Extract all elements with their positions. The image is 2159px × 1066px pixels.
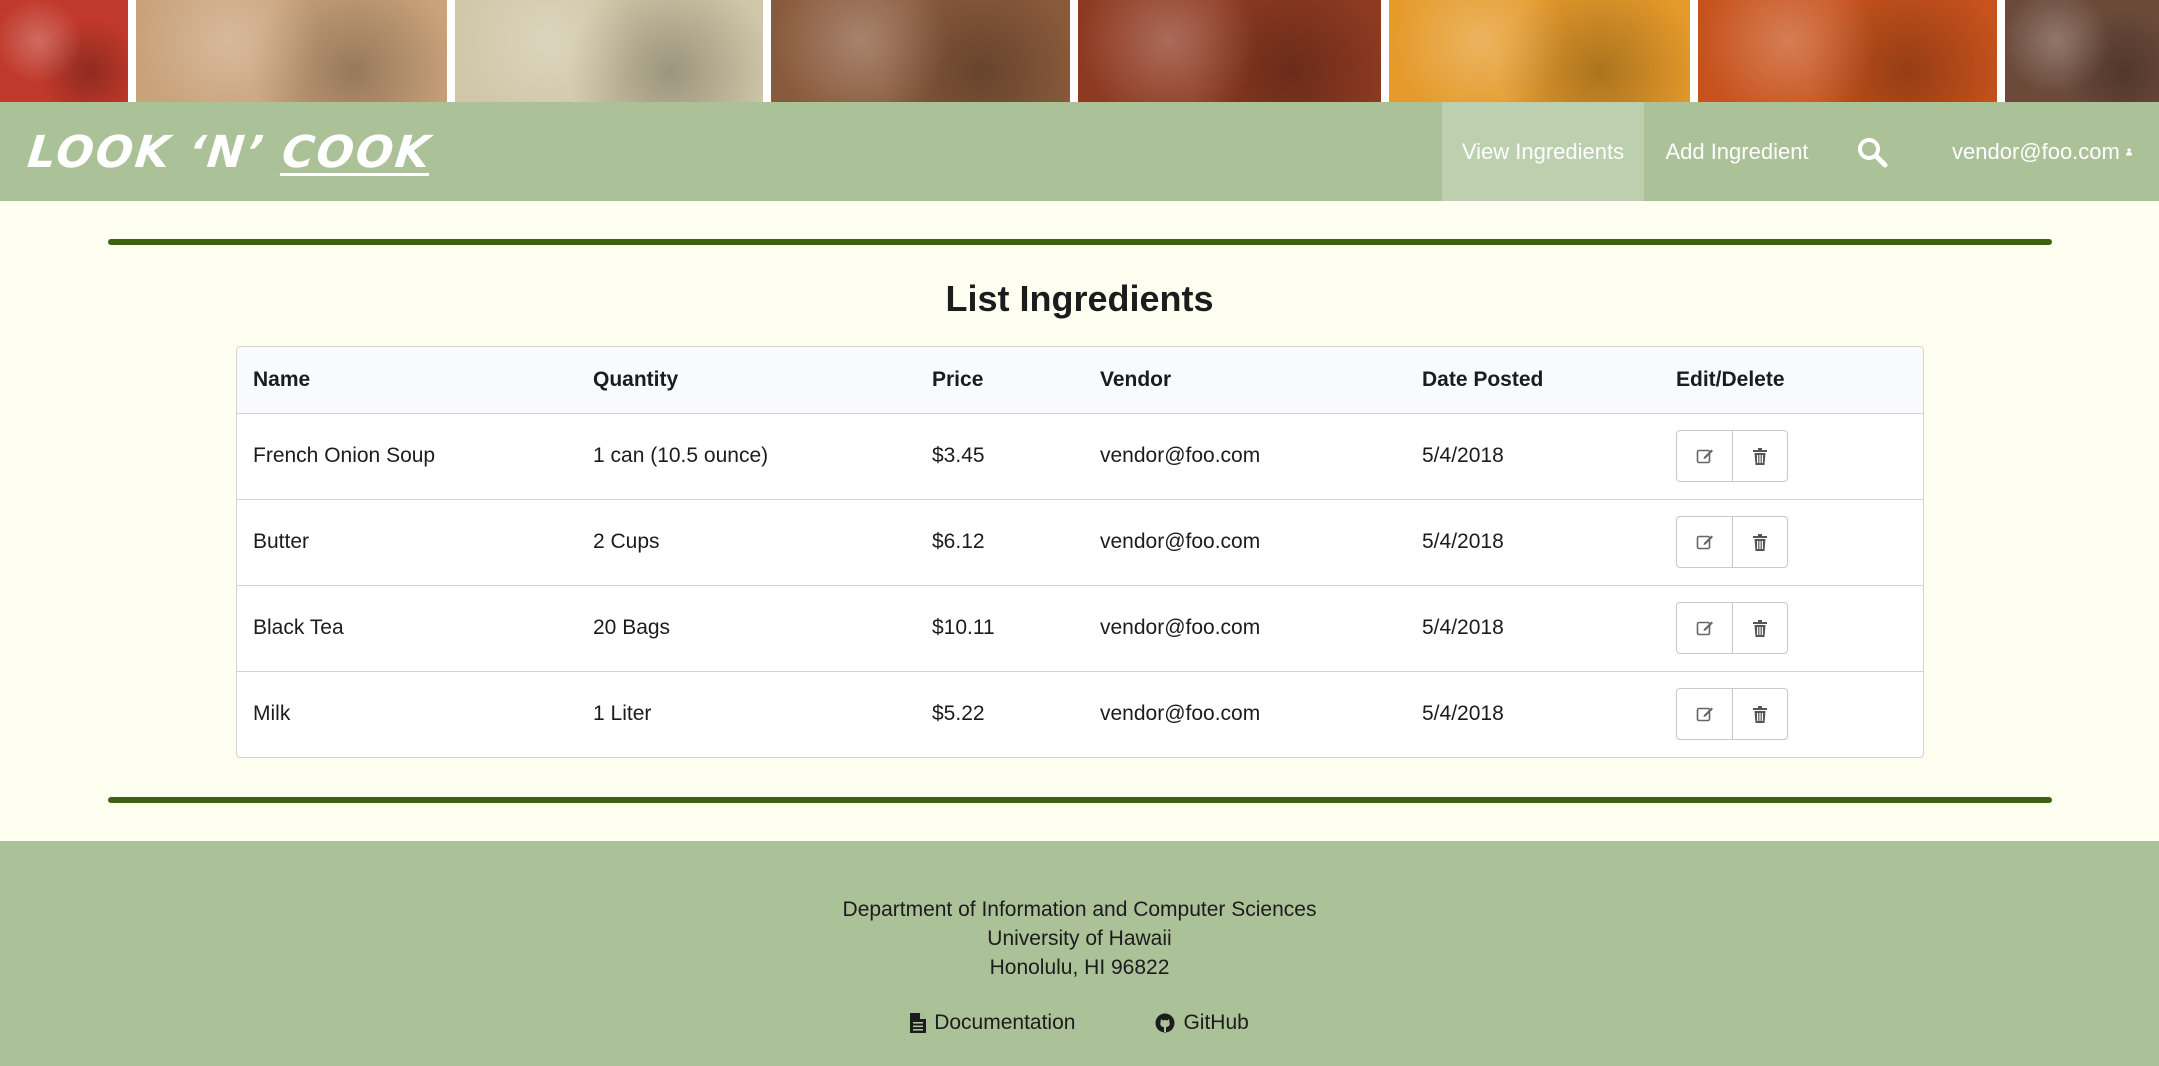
edit-button[interactable] [1677, 517, 1732, 567]
cell-name: Black Tea [237, 584, 593, 671]
cell-vendor: vendor@foo.com [1100, 498, 1422, 585]
cell-price: $3.45 [932, 444, 985, 467]
search-button[interactable] [1848, 102, 1896, 201]
cell-actions [1676, 498, 1923, 585]
cell-date: 5/4/2018 [1422, 584, 1676, 671]
nav-add-ingredient[interactable]: Add Ingredient [1644, 102, 1830, 201]
column-header-quantity: Quantity [593, 347, 932, 414]
delete-button[interactable] [1732, 517, 1787, 567]
ingredients-table: Name Quantity Price Vendor Date Posted E… [236, 346, 1924, 758]
trash-icon [1753, 705, 1767, 723]
cell-quantity: 1 can (10.5 ounce) [593, 444, 769, 467]
edit-button[interactable] [1677, 431, 1732, 481]
table-row: Milk 1 Liter $5.22 vendor@foo.com 5/4/20… [237, 670, 1923, 757]
cell-quantity: 2 Cups [593, 498, 932, 585]
row-action-group [1676, 688, 1788, 741]
trash-icon [1753, 619, 1767, 637]
trash-icon [1753, 447, 1767, 465]
top-divider [108, 239, 2052, 245]
github-icon [1155, 1013, 1175, 1033]
delete-button[interactable] [1732, 431, 1787, 481]
delete-button[interactable] [1732, 603, 1787, 653]
cell-date: 5/4/2018 [1422, 670, 1676, 757]
column-header-date-posted: Date Posted [1422, 347, 1676, 414]
cell-price: $5.22 [932, 670, 1100, 757]
site-logo[interactable]: LOOK ‘N’ COOK [25, 124, 434, 180]
edit-icon [1696, 449, 1713, 464]
edit-icon [1696, 535, 1713, 550]
footer-university: University of Hawaii [987, 927, 1172, 950]
cell-actions [1676, 670, 1923, 757]
tomato-photo [1078, 0, 1381, 102]
cell-actions [1676, 413, 1923, 499]
footer-department: Department of Information and Computer S… [842, 898, 1317, 921]
logo-text-cook: COOK [279, 126, 435, 178]
cell-name: Butter [237, 498, 593, 585]
table-row: Butter 2 Cups $6.12 vendor@foo.com 5/4/2… [237, 498, 1923, 585]
cell-name: French Onion Soup [253, 444, 436, 467]
nav-view-ingredients[interactable]: View Ingredients [1442, 102, 1644, 201]
logo-text-look-n: LOOK ‘N’ [25, 126, 268, 178]
footer-address: Department of Information and Computer S… [0, 895, 2159, 982]
footer-city: Honolulu, HI 96822 [989, 956, 1170, 979]
column-header-price: Price [932, 347, 1100, 414]
page-title: List Ingredients [945, 278, 1214, 319]
food-banner [0, 0, 2159, 102]
granola-photo [771, 0, 1070, 102]
cell-date: 5/4/2018 [1422, 444, 1504, 467]
cell-vendor: vendor@foo.com [1100, 584, 1422, 671]
github-label: GitHub [1183, 1011, 1249, 1034]
chocolate-photo [2005, 0, 2159, 102]
nav-add-ingredient-label: Add Ingredient [1665, 138, 1809, 164]
user-menu[interactable]: vendor@foo.com [1952, 102, 2132, 201]
cell-vendor: vendor@foo.com [1100, 670, 1422, 757]
documentation-link[interactable]: Documentation [910, 1011, 1075, 1035]
edit-button[interactable] [1677, 689, 1732, 739]
table-header-row: Name Quantity Price Vendor Date Posted E… [237, 347, 1923, 414]
top-nav: LOOK ‘N’ COOK View Ingredients Add Ingre… [0, 102, 2159, 201]
column-header-edit-delete: Edit/Delete [1676, 347, 1923, 414]
cell-vendor: vendor@foo.com [1100, 444, 1261, 467]
github-link[interactable]: GitHub [1155, 1011, 1249, 1035]
user-email: vendor@foo.com [1952, 138, 2120, 164]
search-icon [1858, 137, 1888, 167]
cell-price: $6.12 [932, 498, 1100, 585]
salad-photo [455, 0, 763, 102]
glazed-chicken-photo [1698, 0, 1997, 102]
cell-quantity: 20 Bags [593, 584, 932, 671]
strawberry-photo [0, 0, 128, 102]
cell-actions [1676, 584, 1923, 671]
delete-button[interactable] [1732, 689, 1787, 740]
bread-photo [136, 0, 447, 102]
footer: Department of Information and Computer S… [0, 841, 2159, 1066]
file-icon [910, 1013, 927, 1033]
cell-name: Milk [237, 670, 593, 757]
cell-price: $10.11 [932, 584, 1100, 671]
cell-date: 5/4/2018 [1422, 498, 1676, 585]
footer-links: Documentation GitHub [0, 1011, 2159, 1035]
mango-photo [1389, 0, 1690, 102]
documentation-label: Documentation [934, 1011, 1076, 1034]
table-row: French Onion Soup 1 can (10.5 ounce) $3.… [237, 413, 1923, 499]
cell-quantity: 1 Liter [593, 670, 932, 757]
table-row: Black Tea 20 Bags $10.11 vendor@foo.com … [237, 584, 1923, 671]
edit-icon [1696, 707, 1713, 722]
nav-view-ingredients-label: View Ingredients [1461, 138, 1625, 164]
row-action-group [1676, 516, 1788, 568]
column-header-name: Name [237, 347, 593, 414]
user-icon [2125, 147, 2132, 155]
row-action-group [1676, 430, 1788, 482]
bottom-divider [108, 797, 2052, 803]
edit-icon [1696, 621, 1713, 636]
trash-icon [1753, 533, 1767, 551]
edit-button[interactable] [1677, 603, 1732, 653]
column-header-vendor: Vendor [1100, 347, 1422, 414]
row-action-group [1676, 602, 1788, 654]
